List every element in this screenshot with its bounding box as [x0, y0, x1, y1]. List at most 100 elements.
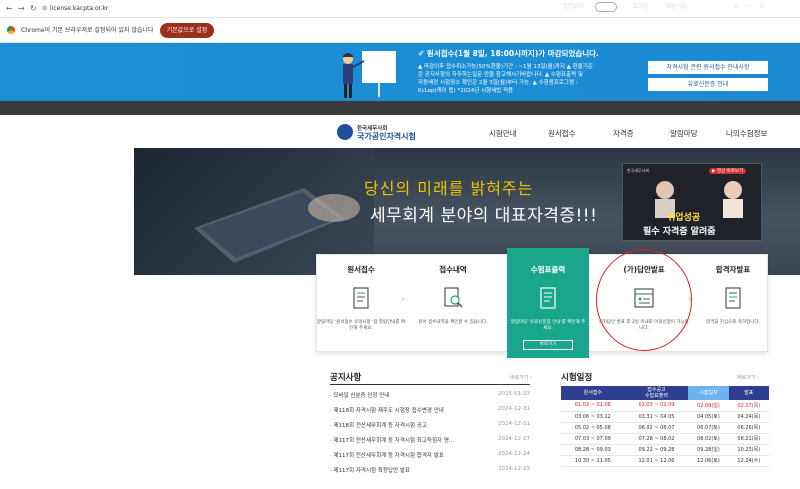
promo-video-thumbnail[interactable]: 한국세무사회 ▶ 영상 바로보기 취업성공 필수 자격증 알려줌	[622, 163, 762, 241]
schedule-cell: 12.24(수)	[728, 455, 769, 467]
notice-item[interactable]: · 제117회 전산세무회계 등 자격시험 최고득점자 명... 2024-12-…	[330, 434, 530, 446]
schedule-more-link[interactable]: 바로가기 ›	[737, 374, 759, 381]
notice-item-text: 모바일 신분증 인정 안내	[333, 393, 390, 399]
notice-item[interactable]: · 모바일 신분증 인정 안내 2025-01-23	[330, 389, 530, 401]
banner-line: 자동배정 시험장소 확인은 2월 3일(월)부터 가능. ▲ 수험용프로그램 :	[418, 80, 578, 86]
schedule-cell: 03.31 ~ 04.05	[624, 411, 689, 423]
schedule-cell: 12.01 ~ 12.06	[624, 455, 689, 467]
card-title: 합격자발표	[715, 265, 751, 274]
schedule-row: 08.28 ~ 09.03 09.22 ~ 09.28 09.28(일) 10.23(…	[561, 444, 769, 456]
card-admission-ticket[interactable]: 수험표출력 알림마당 '유료신문증 안내'를 확인해 주세요. 바로가기	[507, 248, 589, 358]
notice-item-date: 2024-12-27	[498, 436, 530, 442]
nav-notice[interactable]: 알림마당	[670, 128, 698, 139]
card-pass-result[interactable]: 합격자발표 합격을 진심으로 축하합니다.	[688, 254, 778, 352]
utility-bar	[0, 101, 800, 115]
schedule-row: 07.03 ~ 07.09 07.28 ~ 08.02 08.02(토) 08.21(…	[561, 433, 769, 445]
notice-item[interactable]: · 제117회 자격시험 확정답안 발표 2024-12-23	[330, 464, 530, 476]
notice-item-title: · 제117회 자격시험 확정답안 발표	[330, 468, 410, 474]
notice-item[interactable]: · 제118회 전산세무회계 등 자격시험 공고 2024-12-31	[330, 419, 530, 431]
notice-item-date: 2024-12-31	[498, 421, 530, 427]
schedule-cell: 10.23(목)	[728, 444, 769, 456]
card-desc: 합격을 진심으로 축하합니다.	[706, 320, 760, 325]
notice-item-date: 2024-12-24	[498, 451, 530, 457]
hero-headline: 당신의 미래를 밝혀주는	[364, 179, 534, 198]
schedule-cell: 06.26(목)	[728, 422, 769, 434]
video-title-line1: 취업성공	[667, 213, 701, 223]
reload-icon[interactable]: ↻	[30, 3, 37, 15]
card-title: 원서접수	[347, 265, 375, 274]
address-bar[interactable]: license.kacpta.or.kr	[50, 3, 108, 15]
exam-guide-button[interactable]: 자격시험 관련 원서접수 안내사항	[648, 61, 768, 74]
forward-icon[interactable]: →	[18, 3, 25, 15]
util-signup[interactable]: 회원가입	[666, 3, 686, 11]
notice-item-date: 2025-01-23	[498, 391, 530, 397]
schedule-cell: 08.28 ~ 09.03	[561, 444, 625, 456]
util-sitemap[interactable]: 합법보기	[563, 3, 583, 11]
notice-divider	[330, 384, 530, 385]
notice-item[interactable]: · 제117회 전산세무회계 등 자격시험 합격자 발표 2024-12-24	[330, 449, 530, 461]
notice-title: 공지사항	[330, 373, 362, 383]
schedule-row: 01.02 ~ 01.08 02.03 ~ 02.09 02.09(일) 02.27(…	[561, 400, 769, 412]
hero-subheadline: 세무회계 분야의 대표자격증!!!	[370, 206, 598, 226]
presenter-illustration	[342, 51, 396, 98]
notice-item-text: 제117회 전산세무회계 등 자격시험 합격자 발표	[333, 453, 444, 459]
card-title: 접수내역	[439, 265, 467, 274]
back-icon[interactable]: ←	[6, 3, 13, 15]
util-font-size-label: 화면크기	[701, 4, 722, 10]
id-guide-button[interactable]: 유료신문증 안내	[648, 78, 768, 91]
notice-item-text: 제118회 전산세무회계 등 자격시험 공고	[333, 423, 427, 429]
chrome-icon	[7, 26, 15, 34]
schedule-cell: 05.02 ~ 05.08	[561, 422, 625, 434]
notice-item-date: 2024-12-31	[498, 406, 530, 412]
notice-item-text: 제117회 자격시험 확정답안 발표	[333, 468, 410, 474]
card-desc: 알림마당 '유료신문증 안내'를 확인해 주세요.	[510, 320, 586, 331]
notice-item-date: 2024-12-23	[498, 466, 530, 472]
util-alarm-toggle[interactable]: 알림	[595, 2, 618, 12]
print-document-icon	[540, 287, 556, 309]
notice-item-text: 제118회 자격시험 제주도 시험장 접수변경 안내	[333, 408, 444, 414]
schedule-table: 원서접수 접수공고 수험표출력 시험일자 발표 01.02 ~ 01.08 02.03 …	[561, 386, 769, 467]
site-info-icon[interactable]: ⚙	[42, 3, 47, 15]
certificate-icon	[725, 287, 741, 309]
banner-title: ✐ 원서접수(1월 8일, 18:00시까지)가 마감되었습니다.	[418, 49, 599, 58]
zoom-reset-button[interactable]: 0	[760, 3, 764, 11]
set-default-button[interactable]: 기본값으로 설정	[160, 23, 214, 38]
document-icon	[353, 287, 369, 309]
schedule-cell: 02.03 ~ 02.09	[624, 400, 689, 412]
nav-application[interactable]: 원서접수	[548, 128, 576, 139]
card-application[interactable]: 원서접수 알림마당 '원서접수 유의사항' 참 열람안내를 확인해 주세요.	[316, 254, 406, 352]
notice-item-title: · 제118회 자격시험 제주도 시험장 접수변경 안내	[330, 408, 444, 414]
schedule-cell: 10.30 ~ 11.05	[561, 455, 625, 467]
schedule-body: 01.02 ~ 01.08 02.03 ~ 02.09 02.09(일) 02.27(…	[561, 400, 769, 467]
banner-line: ▲ 마감이후 접수취소가능(50%환불)기간 : ~1월 13일(월)까지 ▲ …	[418, 64, 593, 70]
schedule-header-cell: 발표	[728, 386, 769, 400]
schedule-cell: 04.05(토)	[688, 411, 729, 423]
zoom-out-button[interactable]: −	[746, 2, 752, 10]
schedule-header-row: 원서접수 접수공고 수험표출력 시험일자 발표	[561, 386, 769, 400]
chevron-right-icon: ›	[401, 294, 405, 305]
logo-icon[interactable]	[337, 124, 353, 140]
notice-item[interactable]: · 제118회 자격시험 제주도 시험장 접수변경 안내 2024-12-31	[330, 404, 530, 416]
nav-exam-info[interactable]: 시험안내	[489, 128, 517, 139]
notice-more-link[interactable]: 바로가기 ›	[510, 374, 532, 381]
nav-my-info[interactable]: 나의수험정보	[726, 128, 767, 139]
notice-item-text: 제117회 전산세무회계 등 자격시험 최고득점자 명...	[333, 438, 455, 444]
nav-certificate[interactable]: 자격증	[613, 128, 634, 139]
schedule-header-cell: 시험일자	[688, 386, 729, 400]
schedule-header-cell: 원서접수	[561, 386, 625, 400]
schedule-title: 시험일정	[561, 373, 593, 383]
schedule-cell: 12.06(토)	[688, 455, 729, 467]
logo-title[interactable]: 국가공인자격시험	[357, 131, 416, 142]
schedule-header-cell: 접수공고 수험표출력	[624, 386, 689, 400]
schedule-cell: 07.28 ~ 08.02	[624, 433, 689, 445]
util-login[interactable]: 로그인	[633, 3, 648, 11]
highlight-circle	[596, 249, 692, 351]
go-button[interactable]: 바로가기	[523, 340, 573, 350]
schedule-cell: 07.03 ~ 07.09	[561, 433, 625, 445]
schedule-cell: 06.07(토)	[688, 422, 729, 434]
notice-item-title: · 제117회 전산세무회계 등 자격시험 최고득점자 명...	[330, 438, 455, 444]
zoom-in-button[interactable]: +	[733, 2, 739, 10]
schedule-row: 05.02 ~ 05.08 06.02 ~ 06.07 06.07(토) 06.26(…	[561, 422, 769, 434]
card-receipt[interactable]: 접수내역 원서 접수내역을 확인할 수 있습니다.	[408, 254, 498, 352]
banner-line: KcLep(케이 렙) *2024년 시행세법 적용	[418, 88, 514, 94]
